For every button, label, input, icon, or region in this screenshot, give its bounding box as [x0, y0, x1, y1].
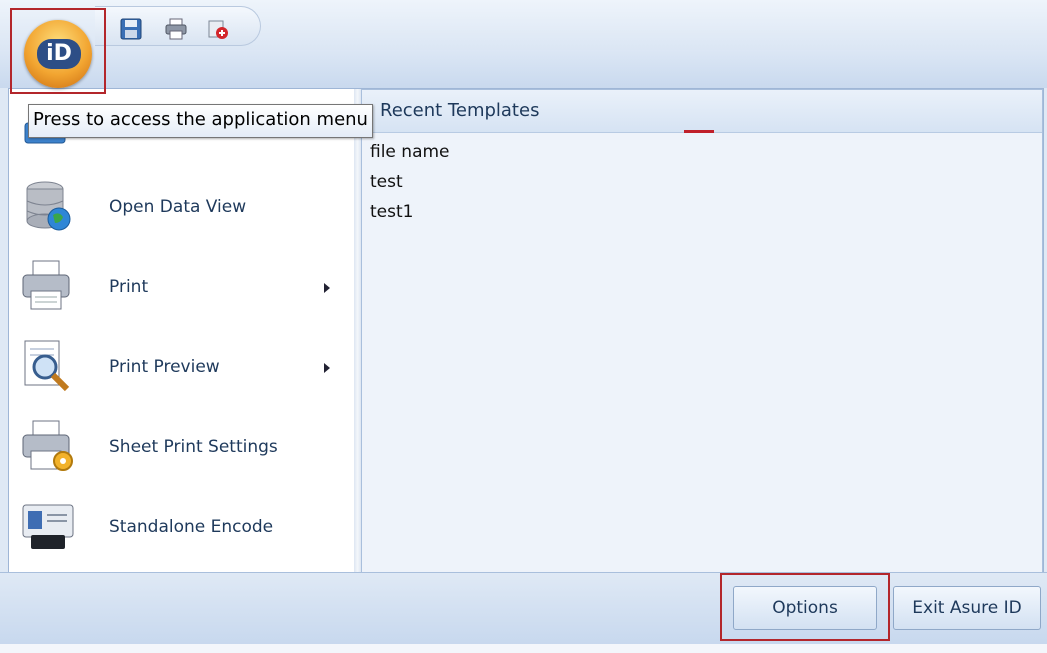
cursor-marker	[684, 130, 714, 133]
options-button-highlight	[720, 573, 890, 641]
recent-templates-title: Recent Templates	[380, 100, 540, 121]
undo-icon[interactable]	[207, 18, 229, 40]
printer-settings-icon	[21, 419, 75, 473]
recent-template-item[interactable]: test	[370, 172, 403, 192]
menu-item-open-data-view[interactable]: Open Data View	[9, 173, 354, 243]
menu-divider	[354, 89, 361, 573]
menu-item-print[interactable]: Print	[9, 253, 354, 323]
exit-button[interactable]: Exit Asure ID	[893, 586, 1041, 630]
app-logo: iD	[37, 39, 81, 69]
application-menu-button[interactable]: iD	[24, 20, 92, 88]
print-icon[interactable]	[165, 18, 187, 40]
print-preview-icon	[21, 339, 75, 393]
menu-item-label: Standalone Encode	[109, 517, 274, 537]
recent-templates-panel: Recent Templates file name test test1	[361, 89, 1043, 573]
menu-item-label: Print Preview	[109, 357, 220, 377]
ribbon-strip	[0, 50, 1047, 88]
menu-item-label: Print	[109, 277, 149, 297]
save-icon[interactable]	[120, 18, 142, 40]
menu-item-print-preview[interactable]: Print Preview	[9, 333, 354, 403]
menu-item-label: Open Data View	[109, 197, 247, 217]
menu-item-sheet-print-settings[interactable]: Sheet Print Settings	[9, 413, 354, 483]
recent-templates-header: Recent Templates	[362, 90, 1042, 133]
menu-footer: Options Exit Asure ID	[0, 572, 1047, 645]
tooltip: Press to access the application menu	[28, 104, 373, 138]
printer-icon	[21, 259, 75, 313]
id-card-encode-icon	[21, 499, 75, 553]
menu-item-standalone-encode[interactable]: Standalone Encode	[9, 493, 354, 563]
database-globe-icon	[21, 179, 75, 233]
application-button-highlight: iD	[10, 8, 106, 94]
application-menu: Open Data View Print Print Preview Sheet…	[8, 88, 1044, 574]
submenu-arrow-icon	[324, 283, 330, 293]
bottom-strip	[0, 644, 1047, 653]
submenu-arrow-icon	[324, 363, 330, 373]
recent-template-item[interactable]: test1	[370, 202, 413, 222]
recent-template-item[interactable]: file name	[370, 142, 450, 162]
menu-item-label: Sheet Print Settings	[109, 437, 278, 457]
menu-commands: Open Data View Print Print Preview Sheet…	[9, 89, 354, 573]
